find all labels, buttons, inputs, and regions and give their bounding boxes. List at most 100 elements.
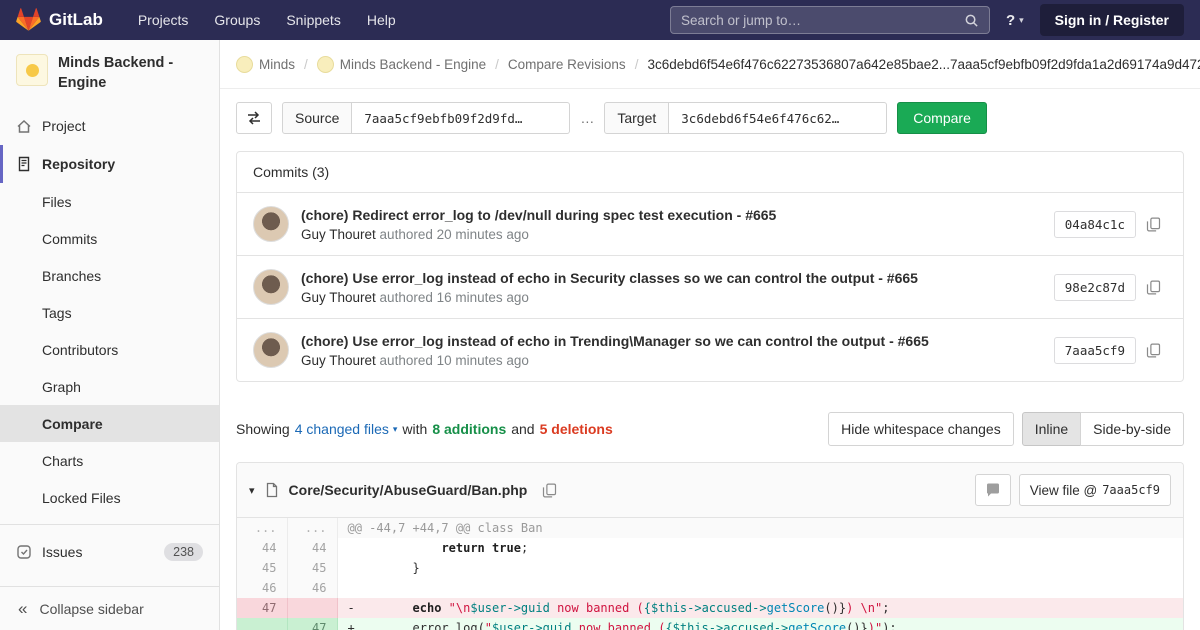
- commit-title-link[interactable]: (chore) Use error_log instead of echo in…: [301, 333, 1038, 349]
- help-menu[interactable]: ? ▾: [1006, 12, 1024, 29]
- new-line-number[interactable]: 47: [287, 618, 337, 630]
- commit-sha-button[interactable]: 04a84c1c: [1054, 211, 1136, 238]
- sign-in-register-button[interactable]: Sign in / Register: [1040, 4, 1184, 36]
- diff-table-body: ......@@ -44,7 +44,7 @@ class Ban4444 re…: [237, 518, 1183, 630]
- diff-line-sign: [348, 561, 355, 575]
- sidebar-item-compare[interactable]: Compare: [0, 405, 219, 442]
- diff-row-del: 47- echo "\n$user->guid now banned ({$th…: [237, 598, 1183, 618]
- commits-panel: Commits (3) (chore) Redirect error_log t…: [236, 151, 1184, 382]
- new-line-number[interactable]: 45: [287, 558, 337, 578]
- nav-menu-snippets[interactable]: Snippets: [273, 3, 353, 37]
- commit-author-avatar[interactable]: [253, 269, 289, 305]
- sidebar-item-commits[interactable]: Commits: [0, 220, 219, 257]
- commit-author-avatar[interactable]: [253, 332, 289, 368]
- commit-author-avatar[interactable]: [253, 206, 289, 242]
- sidebar-item-repository[interactable]: Repository: [0, 145, 219, 183]
- main-content: Minds/Minds Backend - Engine/Compare Rev…: [220, 40, 1200, 630]
- sidebar-item-graph[interactable]: Graph: [0, 368, 219, 405]
- commit-meta: Guy Thouret authored 10 minutes ago: [301, 353, 1038, 368]
- sidebar-item-files[interactable]: Files: [0, 183, 219, 220]
- double-chevron-left-icon: «: [18, 600, 27, 617]
- breadcrumb-link[interactable]: Minds Backend - Engine: [317, 56, 486, 73]
- commit-row: (chore) Redirect error_log to /dev/null …: [237, 193, 1183, 256]
- inline-view-button[interactable]: Inline: [1022, 412, 1081, 446]
- brand-name: GitLab: [49, 10, 103, 30]
- sidebar-item-charts[interactable]: Charts: [0, 442, 219, 479]
- target-label: Target: [604, 102, 669, 134]
- commit-sha-button[interactable]: 98e2c87d: [1054, 274, 1136, 301]
- old-line-number[interactable]: 46: [237, 578, 287, 598]
- copy-commit-sha-button[interactable]: [1140, 276, 1167, 299]
- compare-button[interactable]: Compare: [897, 102, 987, 134]
- old-line-number[interactable]: [237, 618, 287, 630]
- nav-menu-projects[interactable]: Projects: [125, 3, 202, 37]
- diff-line-sign: +: [348, 621, 355, 630]
- copy-icon: [1146, 217, 1161, 232]
- commit-title-link[interactable]: (chore) Redirect error_log to /dev/null …: [301, 207, 1038, 223]
- breadcrumb-separator: /: [635, 57, 639, 72]
- hide-whitespace-button[interactable]: Hide whitespace changes: [828, 412, 1014, 446]
- toggle-comments-button[interactable]: [975, 474, 1011, 506]
- commit-author-link[interactable]: Guy Thouret: [301, 227, 376, 242]
- search-icon: [964, 13, 979, 28]
- commit-meta: Guy Thouret authored 16 minutes ago: [301, 290, 1038, 305]
- source-ref-dropdown[interactable]: 7aaa5cf9ebfb09f2d9fd…: [352, 102, 570, 134]
- collapse-diff-caret-icon[interactable]: ▾: [249, 484, 255, 497]
- commit-author-link[interactable]: Guy Thouret: [301, 290, 376, 305]
- breadcrumb-avatar: [236, 56, 253, 73]
- collapse-sidebar-label: Collapse sidebar: [39, 601, 143, 617]
- changed-files-dropdown[interactable]: 4 changed files ▾: [295, 421, 398, 437]
- copy-commit-sha-button[interactable]: [1140, 339, 1167, 362]
- sidebar-item-project[interactable]: Project: [0, 107, 219, 145]
- sidebar-item-locked-files[interactable]: Locked Files: [0, 479, 219, 516]
- commit-meta: Guy Thouret authored 20 minutes ago: [301, 227, 1038, 242]
- copy-commit-sha-button[interactable]: [1140, 213, 1167, 236]
- side-by-side-view-button[interactable]: Side-by-side: [1080, 412, 1184, 446]
- help-icon: ?: [1006, 12, 1015, 29]
- copy-icon: [1146, 280, 1161, 295]
- view-file-button[interactable]: View file @ 7aaa5cf9: [1019, 474, 1171, 506]
- sidebar-item-branches[interactable]: Branches: [0, 257, 219, 294]
- swap-revisions-button[interactable]: [236, 102, 272, 134]
- target-ref-dropdown[interactable]: 3c6debd6f54e6f476c62…: [669, 102, 887, 134]
- search-box[interactable]: [670, 6, 990, 34]
- breadcrumb-link[interactable]: Compare Revisions: [508, 57, 626, 72]
- compare-revisions-form: Source 7aaa5cf9ebfb09f2d9fd… … Target 3c…: [236, 102, 1184, 134]
- old-line-number[interactable]: 44: [237, 538, 287, 558]
- search-input[interactable]: [681, 13, 964, 28]
- collapse-sidebar-button[interactable]: « Collapse sidebar: [0, 586, 219, 630]
- nav-menu-groups[interactable]: Groups: [201, 3, 273, 37]
- commit-title-link[interactable]: (chore) Use error_log instead of echo in…: [301, 270, 1038, 286]
- and-label: and: [511, 421, 534, 437]
- copy-file-path-button[interactable]: [536, 479, 563, 502]
- new-line-number[interactable]: ...: [287, 518, 337, 538]
- sidebar-item-label: Project: [42, 118, 86, 134]
- diff-row-ctx: 4444 return true;: [237, 538, 1183, 558]
- commit-author-link[interactable]: Guy Thouret: [301, 353, 376, 368]
- copy-icon: [1146, 343, 1161, 358]
- navbar-menu: ProjectsGroupsSnippetsHelp: [125, 3, 409, 37]
- diff-row-add: 47+ error_log("$user->guid now banned ({…: [237, 618, 1183, 630]
- sidebar-item-issues[interactable]: Issues 238: [0, 533, 219, 571]
- gitlab-logo[interactable]: GitLab: [16, 8, 103, 32]
- new-line-number[interactable]: 44: [287, 538, 337, 558]
- old-line-number[interactable]: 47: [237, 598, 287, 618]
- breadcrumb-link[interactable]: Minds: [236, 56, 295, 73]
- diff-stats-bar: Showing 4 changed files ▾ with 8 additio…: [236, 412, 1184, 446]
- new-line-number[interactable]: [287, 598, 337, 618]
- nav-menu-help[interactable]: Help: [354, 3, 409, 37]
- new-line-number[interactable]: 46: [287, 578, 337, 598]
- sidebar-project-header[interactable]: Minds Backend - Engine: [0, 40, 219, 103]
- commit-sha-button[interactable]: 7aaa5cf9: [1054, 337, 1136, 364]
- diff-row-ctx: 4545 }: [237, 558, 1183, 578]
- commits-panel-header: Commits (3): [237, 152, 1183, 193]
- source-field-group: Source 7aaa5cf9ebfb09f2d9fd…: [282, 102, 570, 134]
- sidebar-item-contributors[interactable]: Contributors: [0, 331, 219, 368]
- diff-file-path[interactable]: Core/Security/AbuseGuard/Ban.php: [289, 482, 528, 498]
- chevron-down-icon: ▾: [1019, 15, 1024, 26]
- tanuki-icon: [16, 8, 41, 32]
- breadcrumb: Minds/Minds Backend - Engine/Compare Rev…: [220, 40, 1200, 89]
- old-line-number[interactable]: 45: [237, 558, 287, 578]
- old-line-number[interactable]: ...: [237, 518, 287, 538]
- sidebar-item-tags[interactable]: Tags: [0, 294, 219, 331]
